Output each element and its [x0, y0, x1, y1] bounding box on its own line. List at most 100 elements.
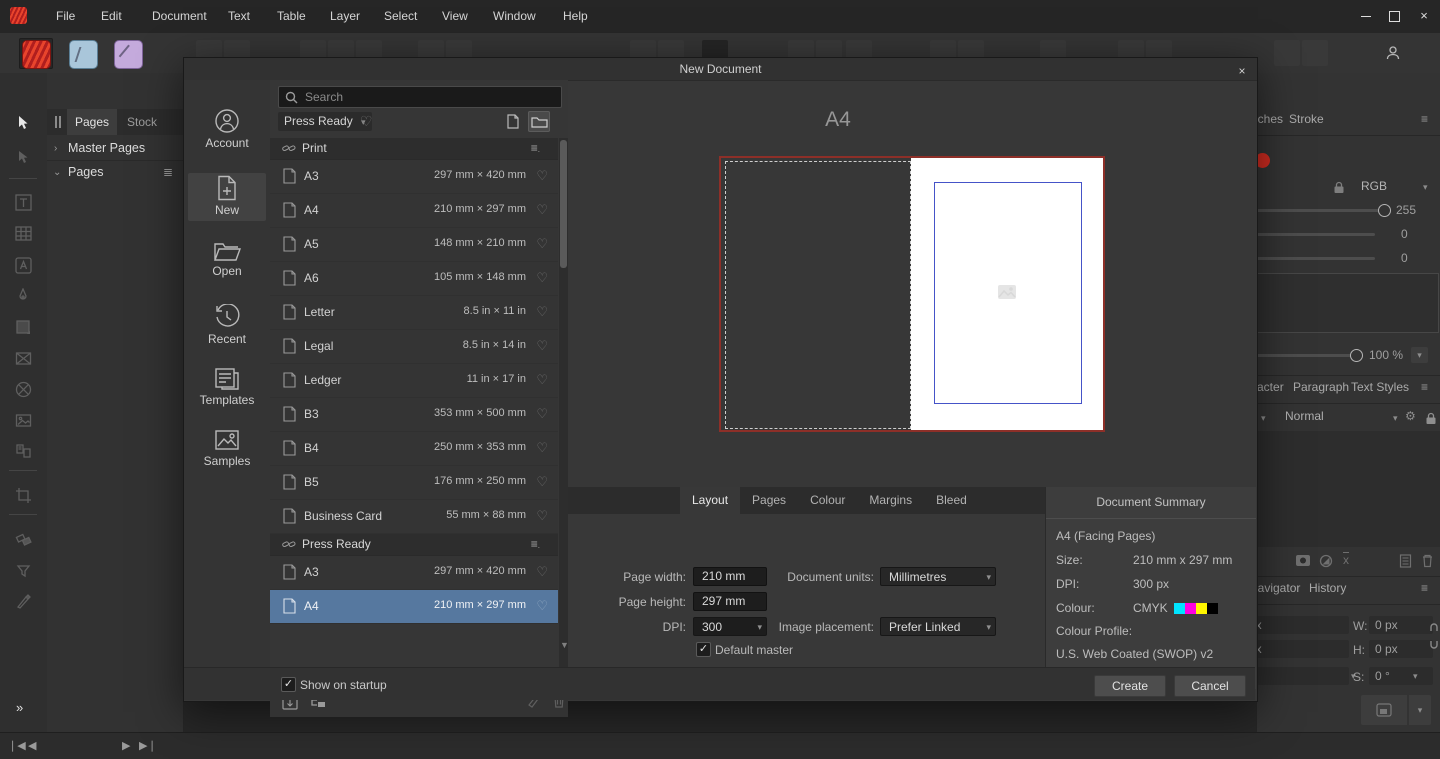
favorite-icon[interactable]: ♡	[536, 440, 548, 456]
menu-edit[interactable]: Edit	[101, 9, 122, 23]
blend-mode-select[interactable]: Normal	[1285, 409, 1324, 423]
menu-document[interactable]: Document	[152, 9, 207, 23]
tab-character[interactable]: Character	[1256, 380, 1284, 394]
facing-pages-toggle[interactable]	[528, 111, 550, 132]
panel-menu-icon[interactable]: ≡	[1421, 112, 1428, 126]
favorite-icon[interactable]: ♡	[536, 598, 548, 614]
dialog-close-button[interactable]: ×	[1233, 60, 1251, 78]
preset-press-a3[interactable]: A3297 mm × 420 mm♡	[270, 556, 558, 590]
snapping-button[interactable]	[1361, 695, 1407, 725]
preset-legal[interactable]: Legal8.5 in × 14 in♡	[270, 330, 558, 364]
preset-letter[interactable]: Letter8.5 in × 11 in♡	[270, 296, 558, 330]
previous-page-button[interactable]: ◀	[28, 739, 36, 754]
favorite-icon[interactable]: ♡	[536, 236, 548, 252]
default-master-checkbox[interactable]: ✓	[696, 642, 711, 657]
preset-press-a4-selected[interactable]: A4210 mm × 297 mm♡	[270, 590, 558, 624]
tab-paragraph[interactable]: Paragraph	[1293, 380, 1349, 394]
menu-window[interactable]: Window	[493, 9, 536, 23]
favorite-icon[interactable]: ♡	[536, 372, 548, 388]
tab-history[interactable]: History	[1309, 581, 1346, 595]
fill-tool[interactable]	[11, 527, 35, 551]
nav-new[interactable]: New	[188, 173, 266, 221]
preset-ledger[interactable]: Ledger11 in × 17 in♡	[270, 364, 558, 398]
print-section-header[interactable]: Print ≡.	[270, 138, 558, 160]
pen-tool[interactable]	[11, 284, 35, 308]
nav-account[interactable]: Account	[188, 108, 266, 150]
page-height-input[interactable]	[693, 592, 767, 611]
tab-stroke[interactable]: Stroke	[1289, 112, 1324, 126]
category-dropdown[interactable]: Press Ready ▾	[278, 112, 372, 131]
favorite-icon[interactable]: ♡	[536, 270, 548, 286]
close-button[interactable]: ×	[1416, 8, 1432, 24]
tab-stock[interactable]: Stock	[119, 109, 165, 135]
chevron-down-icon[interactable]: ▾	[1408, 695, 1431, 725]
chevron-down-icon[interactable]: ▾	[1393, 413, 1398, 424]
section-menu-icon[interactable]: ≡.	[531, 534, 540, 556]
panel-menu-icon[interactable]: ≡	[1421, 581, 1428, 595]
artistic-text-tool[interactable]	[11, 253, 35, 277]
search-input[interactable]	[303, 88, 557, 106]
data-merge-tool[interactable]	[11, 439, 35, 463]
delete-layer-icon[interactable]	[1421, 553, 1434, 568]
menu-table[interactable]: Table	[277, 9, 306, 23]
gear-icon[interactable]: ⚙	[1405, 409, 1416, 423]
minimize-button[interactable]	[1358, 8, 1374, 24]
chevron-down-icon[interactable]: ▾	[1261, 413, 1266, 424]
rectangle-tool[interactable]	[11, 315, 35, 339]
chevron-down-icon[interactable]: ▾	[1413, 667, 1418, 685]
nav-open[interactable]: Open	[188, 240, 266, 278]
chevron-right-icon[interactable]: ›	[54, 137, 57, 160]
transform-x-field[interactable]: 0 px	[1256, 616, 1349, 634]
units-select[interactable]: Millimetres ▾	[880, 567, 996, 586]
table-tool[interactable]	[11, 221, 35, 245]
favorite-icon[interactable]: ♡	[536, 338, 548, 354]
panel-menu-icon[interactable]: ≡	[1421, 380, 1428, 394]
crop-tool[interactable]	[11, 483, 35, 507]
nav-templates[interactable]: Templates	[188, 367, 266, 407]
tab-text-styles[interactable]: Text Styles	[1351, 380, 1409, 394]
tab-navigator[interactable]: Navigator	[1256, 581, 1300, 595]
publisher-persona-button[interactable]	[19, 38, 53, 69]
chevron-down-icon[interactable]: ⌄	[53, 161, 61, 184]
panel-grip-icon[interactable]	[59, 116, 61, 128]
menu-layer[interactable]: Layer	[330, 9, 360, 23]
transform-w-field[interactable]: 0 px	[1369, 616, 1433, 634]
toolbar-button[interactable]	[1274, 40, 1300, 66]
vector-brush-tool[interactable]	[11, 589, 35, 613]
favorite-icon[interactable]: ♡	[536, 564, 548, 580]
menu-help[interactable]: Help	[563, 9, 588, 23]
shear-field[interactable]: 0 °▾	[1369, 667, 1433, 685]
favorites-filter-icon[interactable]: ♡	[360, 113, 373, 130]
preset-a6[interactable]: A6105 mm × 148 mm♡	[270, 262, 558, 296]
show-on-startup-checkbox[interactable]: ✓	[281, 677, 296, 692]
photo-persona-button[interactable]	[111, 38, 145, 69]
section-menu-icon[interactable]: ≡.	[531, 138, 540, 160]
next-page-button[interactable]: ▶	[122, 739, 130, 754]
tab-pages[interactable]: Pages	[740, 487, 798, 514]
transparency-tool[interactable]	[11, 558, 35, 582]
favorite-icon[interactable]: ♡	[536, 202, 548, 218]
move-tool[interactable]	[11, 111, 35, 135]
preset-a5[interactable]: A5148 mm × 210 mm♡	[270, 228, 558, 262]
new-layer-icon[interactable]	[1399, 553, 1412, 568]
menu-select[interactable]: Select	[384, 9, 417, 23]
placement-select[interactable]: Prefer Linked ▾	[880, 617, 996, 636]
preset-a3[interactable]: A3297 mm × 420 mm♡	[270, 160, 558, 194]
node-tool[interactable]	[11, 145, 35, 169]
favorite-icon[interactable]: ♡	[536, 406, 548, 422]
dpi-select[interactable]: 300 ▾	[693, 617, 767, 636]
link-dimensions-icon[interactable]	[1429, 623, 1439, 649]
tab-layout[interactable]: Layout	[680, 487, 740, 514]
rotation-field[interactable]: 0 °▾	[1256, 667, 1349, 685]
nav-recent[interactable]: Recent	[188, 304, 266, 346]
press-ready-section-header[interactable]: Press Ready ≡.	[270, 534, 558, 556]
cancel-button[interactable]: Cancel	[1174, 675, 1246, 697]
pages-section[interactable]: ⌄ Pages ≣	[47, 161, 183, 184]
preset-a4[interactable]: A4210 mm × 297 mm♡	[270, 194, 558, 228]
lock-icon[interactable]	[1333, 181, 1345, 194]
place-image-tool[interactable]	[11, 408, 35, 432]
panel-grip-icon[interactable]	[55, 116, 57, 128]
page-display-options-icon[interactable]: ≣	[163, 161, 173, 184]
nav-samples[interactable]: Samples	[188, 428, 266, 468]
tab-pages[interactable]: Pages	[67, 109, 117, 135]
